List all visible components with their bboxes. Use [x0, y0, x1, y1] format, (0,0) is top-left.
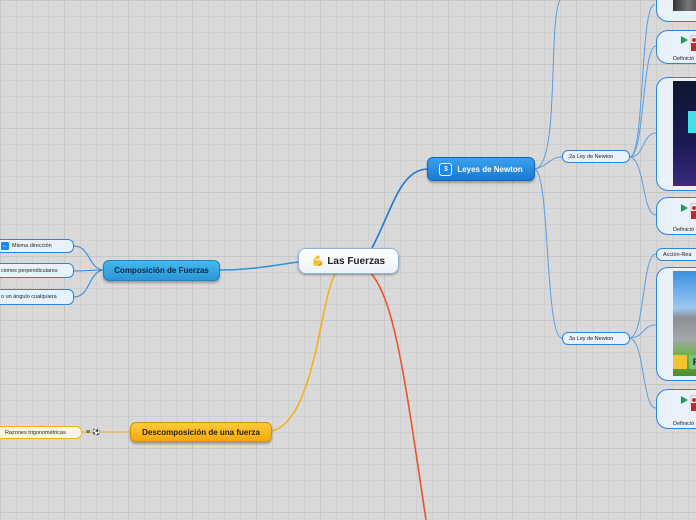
topic-composicion-de-fuerzas[interactable]: Composición de Fuerzas	[103, 260, 220, 281]
presenter-icon	[681, 35, 696, 51]
subtopic-accion-reaccion[interactable]: Acción-Rea	[656, 248, 696, 261]
subtopic-razones-trigonometricas[interactable]: Razones trigonométricas	[0, 426, 82, 439]
central-topic-label: Las Fuerzas	[327, 255, 386, 267]
presenter-icon	[681, 395, 696, 411]
definition-label: Definició	[673, 227, 695, 233]
flexed-biceps-icon: 💪	[311, 255, 325, 267]
presenter-icon	[681, 203, 696, 219]
leaf-image-third-law[interactable]: R	[656, 267, 696, 381]
subtopic-second-law[interactable]: 2a Ley de Newton	[562, 150, 630, 163]
letter-tile: R	[689, 355, 696, 369]
arrow-left-icon: ←	[1, 242, 9, 250]
topic-leyes-label: Leyes de Newton	[457, 164, 523, 174]
topic-leyes-de-newton[interactable]: 3 Leyes de Newton	[427, 157, 535, 181]
central-topic[interactable]: 💪 Las Fuerzas	[298, 248, 399, 274]
label-tag	[673, 355, 687, 369]
subtopic-perpendiculares[interactable]: ciones perpendiculares	[0, 263, 74, 278]
notes-attachment-icons[interactable]: ≡ ⚽	[86, 428, 101, 436]
definition-label: Definició	[673, 56, 695, 62]
subtopic-third-law[interactable]: 3a Ley de Newton	[562, 332, 630, 345]
number-badge-icon: 3	[439, 162, 453, 176]
glow-shape	[688, 111, 696, 133]
leaf-video-second-law[interactable]	[656, 77, 696, 191]
leaf-definition-1[interactable]: Definició	[656, 30, 696, 64]
subtopic-misma-direccion[interactable]: ← Misma dirección	[0, 239, 74, 253]
leaf-definition-3[interactable]: Definició	[656, 389, 696, 429]
leaf-image-top[interactable]	[656, 0, 696, 22]
thumbnail-image	[673, 0, 696, 11]
topic-descomposicion[interactable]: Descomposición de una fuerza	[130, 422, 272, 442]
landscape-thumbnail: R	[673, 271, 696, 376]
definition-label: Definició	[673, 421, 695, 427]
video-thumbnail	[673, 81, 696, 186]
subtopic-angulo-cualquiera[interactable]: o un ángulo cualquiera	[0, 289, 74, 305]
leaf-definition-2[interactable]: Definició	[656, 197, 696, 235]
